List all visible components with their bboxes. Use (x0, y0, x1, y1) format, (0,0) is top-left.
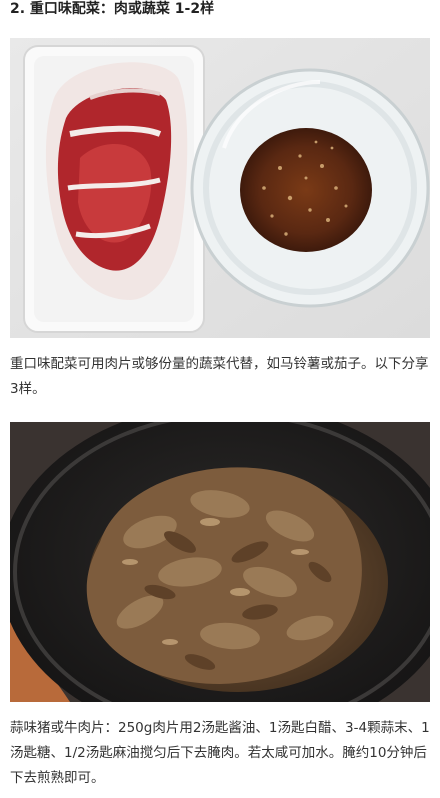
intro-paragraph: 重口味配菜可用肉片或够份量的蔬菜代替，如马铃薯或茄子。以下分享3样。 (10, 356, 429, 397)
section-heading: 2. 重口味配菜：肉或蔬菜 1-2样 (10, 1, 215, 17)
glass-bowl (190, 68, 430, 308)
raw-meat-and-sauce-photo (10, 38, 430, 338)
recipe-paragraph: 蒜味猪或牛肉片：250g肉片用2汤匙酱油、1汤匙白醋、3-4颗蒜末、1汤匙糖、1… (10, 720, 430, 786)
fried-meat-in-pan-photo (10, 422, 430, 702)
article-page: 2. 重口味配菜：肉或蔬菜 1-2样 重口味配菜可用肉片或够份量的蔬菜代替，如马… (0, 0, 440, 798)
